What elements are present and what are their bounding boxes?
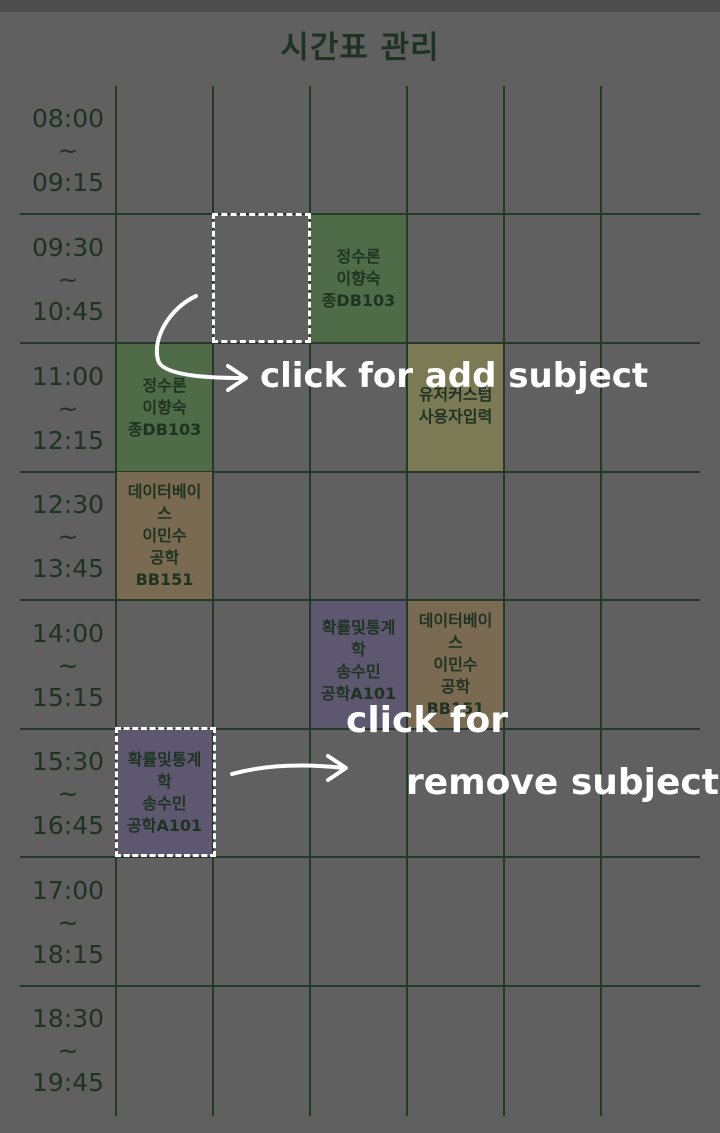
time-start: 09:30 — [31, 232, 105, 262]
remove-subject-hint-1: click for — [346, 700, 508, 741]
subject-professor: 이향숙 — [142, 397, 187, 417]
subject-name-cont: 스 — [157, 503, 172, 523]
time-end: 18:15 — [31, 939, 105, 969]
subject-building: 공학 — [440, 676, 471, 696]
subject-name-cont: 스 — [448, 632, 463, 652]
time-separator: ~ — [57, 264, 79, 294]
time-start: 15:30 — [31, 746, 105, 776]
add-subject-hint: click for add subject — [260, 356, 649, 396]
time-start: 18:30 — [31, 1003, 105, 1033]
time-slot-label: 18:30 ~ 19:45 — [20, 986, 116, 1115]
time-end: 15:15 — [31, 682, 105, 712]
subject-room: 종DB103 — [127, 419, 202, 439]
time-slot-label: 09:30 ~ 10:45 — [20, 215, 116, 344]
time-slot-label: 17:00 ~ 18:15 — [20, 858, 116, 987]
time-separator: ~ — [57, 393, 79, 423]
grid-line — [503, 86, 505, 1116]
page-title: 시간표 관리 — [280, 30, 440, 66]
subject-cell[interactable]: 데이터베이 스 이민수 공학 BB151 — [117, 472, 212, 599]
subject-professor: 이민수 — [142, 525, 187, 545]
grid-line — [20, 985, 700, 987]
remove-subject-hint-2: remove subject — [406, 762, 719, 803]
subject-slot-highlight[interactable] — [115, 727, 216, 857]
subject-professor: 이민수 — [433, 654, 478, 674]
time-start: 12:30 — [31, 489, 105, 519]
time-slot-label: 08:00 ~ 09:15 — [20, 86, 116, 215]
time-end: 19:45 — [31, 1067, 105, 1097]
time-slot-label: 14:00 ~ 15:15 — [20, 601, 116, 730]
subject-professor: 송수민 — [336, 662, 381, 681]
time-end: 16:45 — [31, 810, 105, 840]
time-separator: ~ — [57, 907, 79, 937]
subject-room: 종DB103 — [321, 290, 396, 310]
add-arrow-icon — [154, 294, 248, 392]
time-start: 17:00 — [31, 875, 105, 905]
time-separator: ~ — [57, 650, 79, 680]
subject-name: 데이터베이 — [127, 481, 202, 501]
subject-detail: 사용자입력 — [418, 407, 493, 426]
time-separator: ~ — [57, 521, 79, 551]
subject-cell[interactable]: 정수론 이향숙 종DB103 — [311, 215, 406, 342]
subject-name: 정수론 — [336, 246, 381, 266]
subject-building: 공학 — [149, 547, 180, 567]
subject-professor: 이향숙 — [336, 268, 381, 288]
time-end: 10:45 — [31, 296, 105, 326]
grid-line — [600, 86, 602, 1116]
time-slot-label: 15:30 ~ 16:45 — [20, 729, 116, 858]
time-start: 11:00 — [31, 361, 105, 391]
remove-arrow-icon — [230, 754, 348, 782]
time-separator: ~ — [57, 135, 79, 165]
time-separator: ~ — [57, 778, 79, 808]
subject-name: 확률및통계 — [321, 618, 396, 637]
timetable-grid: 08:00 ~ 09:15 09:30 ~ 10:45 11:00 ~ 12:1… — [0, 86, 720, 1116]
time-end: 12:15 — [31, 425, 105, 455]
subject-room: BB151 — [135, 569, 194, 589]
status-bar — [0, 0, 720, 12]
time-slot-label: 11:00 ~ 12:15 — [20, 344, 116, 473]
time-end: 13:45 — [31, 553, 105, 583]
time-separator: ~ — [57, 1035, 79, 1065]
subject-name-cont: 학 — [351, 640, 366, 659]
time-slot-label: 12:30 ~ 13:45 — [20, 472, 116, 601]
time-start: 14:00 — [31, 618, 105, 648]
subject-name: 데이터베이 — [418, 610, 493, 630]
time-end: 09:15 — [31, 167, 105, 197]
time-start: 08:00 — [31, 103, 105, 133]
